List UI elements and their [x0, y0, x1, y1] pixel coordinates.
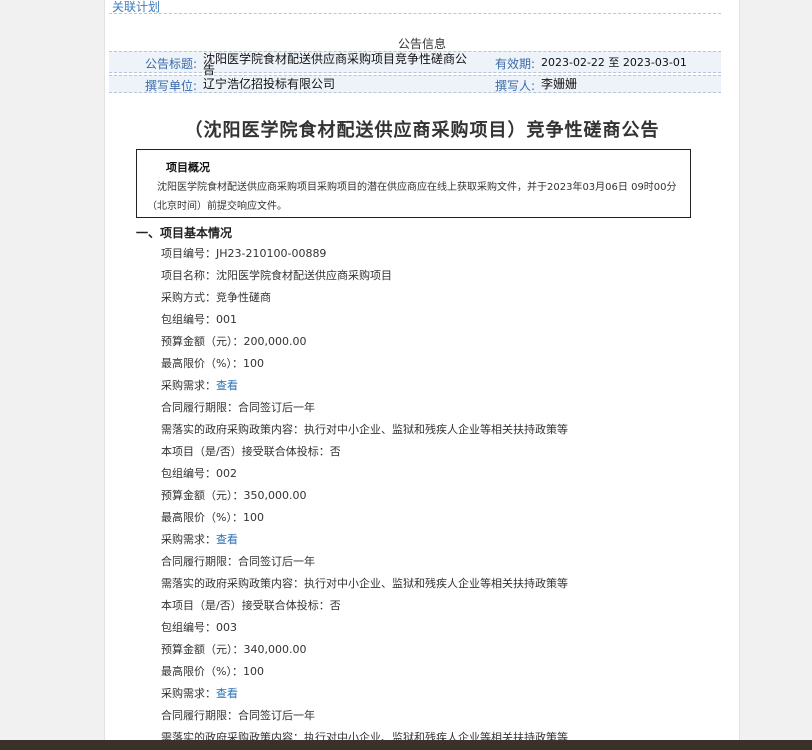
list-item-text: 需落实的政府采购政策内容：执行对中小企业、监狱和残疾人企业等相关扶持政策等: [161, 577, 568, 590]
list-item-text: 包组编号：002: [161, 467, 237, 480]
page-title: （沈阳医学院食材配送供应商采购项目）竞争性磋商公告: [184, 120, 660, 141]
list-item: 最高限价（%）：100: [161, 507, 568, 529]
list-item: 合同履行期限：合同签订后一年: [161, 551, 568, 573]
list-item-text: 需落实的政府采购政策内容：执行对中小企业、监狱和残疾人企业等相关扶持政策等: [161, 731, 568, 740]
title-label: 公告标题:: [144, 57, 197, 71]
list-item: 采购需求：查看: [161, 683, 568, 705]
list-item-text: 需落实的政府采购政策内容：执行对中小企业、监狱和残疾人企业等相关扶持政策等: [161, 423, 568, 436]
author-label: 撰写人:: [494, 79, 535, 93]
section-heading: 一、项目基本情况: [136, 226, 233, 240]
list-item-text: 采购需求：: [161, 687, 216, 700]
list-item-text: 项目编号：JH23-210100-00889: [161, 247, 327, 260]
list-item-text: 本项目（是/否）接受联合体投标：否: [161, 445, 341, 458]
list-item: 预算金额（元）：350,000.00: [161, 485, 568, 507]
list-item: 采购需求：查看: [161, 375, 568, 397]
list-item-text: 合同履行期限：合同签订后一年: [161, 401, 315, 414]
list-item: 合同履行期限：合同签订后一年: [161, 397, 568, 419]
title-value: 沈阳医学院食材配送供应商采购项目竞争性磋商公告: [203, 52, 468, 77]
list-item-text: 最高限价（%）：100: [161, 357, 264, 370]
view-requirements-link[interactable]: 查看: [216, 687, 238, 700]
list-item-text: 预算金额（元）：340,000.00: [161, 643, 307, 656]
list-item: 预算金额（元）：200,000.00: [161, 331, 568, 353]
list-item-text: 采购需求：: [161, 533, 216, 546]
author-value: 李姗姗: [541, 77, 578, 91]
overview-heading: 项目概况: [166, 161, 210, 174]
list-item-text: 采购需求：: [161, 379, 216, 392]
list-item: 采购需求：查看: [161, 529, 568, 551]
list-item-text: 最高限价（%）：100: [161, 665, 264, 678]
unit-value: 辽宁浩亿招投标有限公司: [203, 77, 336, 91]
list-item-text: 最高限价（%）：100: [161, 511, 264, 524]
list-item-text: 合同履行期限：合同签订后一年: [161, 709, 315, 722]
list-item: 最高限价（%）：100: [161, 661, 568, 683]
bottom-bar: [0, 740, 812, 750]
project-details-list: 项目编号：JH23-210100-00889 项目名称：沈阳医学院食材配送供应商采…: [161, 243, 568, 740]
list-item-text: 预算金额（元）：200,000.00: [161, 335, 307, 348]
list-item: 合同履行期限：合同签订后一年: [161, 705, 568, 727]
validity-label: 有效期:: [494, 57, 535, 71]
project-overview-box: 项目概况 沈阳医学院食材配送供应商采购项目采购项目的潜在供应商应在线上获取采购文…: [136, 149, 691, 218]
info-section-title: 公告信息: [397, 37, 446, 51]
list-item-text: 本项目（是/否）接受联合体投标：否: [161, 599, 341, 612]
list-item: 包组编号：002: [161, 463, 568, 485]
list-item-text: 预算金额（元）：350,000.00: [161, 489, 307, 502]
list-item: 需落实的政府采购政策内容：执行对中小企业、监狱和残疾人企业等相关扶持政策等: [161, 573, 568, 595]
field-row-bg: [109, 75, 721, 93]
list-item-text: 采购方式：竞争性磋商: [161, 291, 271, 304]
list-item: 包组编号：003: [161, 617, 568, 639]
list-item: 采购方式：竞争性磋商: [161, 287, 568, 309]
view-requirements-link[interactable]: 查看: [216, 533, 238, 546]
divider: [109, 13, 721, 14]
overview-text: 沈阳医学院食材配送供应商采购项目采购项目的潜在供应商应在线上获取采购文件，并于2…: [147, 182, 677, 212]
list-item: 预算金额（元）：340,000.00: [161, 639, 568, 661]
list-item: 项目编号：JH23-210100-00889: [161, 243, 568, 265]
unit-label: 撰写单位:: [144, 79, 197, 93]
list-item-text: 包组编号：003: [161, 621, 237, 634]
list-item-text: 项目名称：沈阳医学院食材配送供应商采购项目: [161, 269, 392, 282]
validity-value: 2023-02-22 至 2023-03-01: [541, 56, 687, 69]
list-item: 包组编号：001: [161, 309, 568, 331]
view-requirements-link[interactable]: 查看: [216, 379, 238, 392]
list-item-text: 合同履行期限：合同签订后一年: [161, 555, 315, 568]
list-item: 本项目（是/否）接受联合体投标：否: [161, 595, 568, 617]
list-item: 最高限价（%）：100: [161, 353, 568, 375]
list-item: 需落实的政府采购政策内容：执行对中小企业、监狱和残疾人企业等相关扶持政策等: [161, 419, 568, 441]
list-item-text: 包组编号：001: [161, 313, 237, 326]
list-item: 本项目（是/否）接受联合体投标：否: [161, 441, 568, 463]
list-item: 项目名称：沈阳医学院食材配送供应商采购项目: [161, 265, 568, 287]
announcement-page: 关联计划 公告信息 公告标题: 沈阳医学院食材配送供应商采购项目竞争性磋商公告 …: [104, 0, 740, 740]
list-item: 需落实的政府采购政策内容：执行对中小企业、监狱和残疾人企业等相关扶持政策等: [161, 727, 568, 740]
